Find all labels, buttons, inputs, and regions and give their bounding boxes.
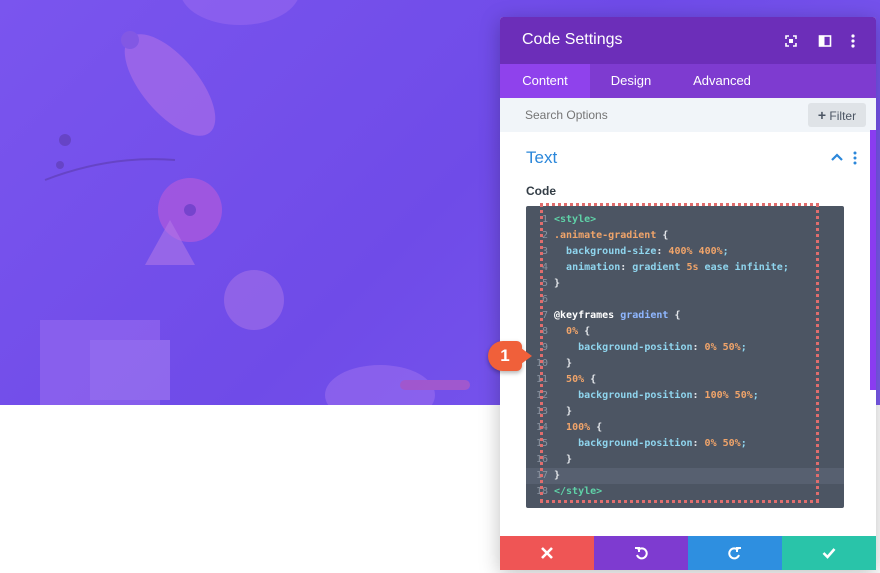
code-text: } [554,278,561,289]
line-number: 12 [535,390,548,401]
tab-design[interactable]: Design [590,64,672,98]
line-number: 11 [535,374,548,385]
line-number: 15 [535,438,548,449]
more-icon[interactable] [845,33,861,49]
soap-illustration [40,320,170,405]
line-number: 1 [541,214,548,225]
code-text: 100% { [566,422,603,433]
code-text: .animate-gradient { [554,230,669,241]
line-number: 5 [541,278,548,289]
check-icon [822,548,836,559]
panel-scrollbar[interactable] [870,130,876,390]
line-number: 3 [541,246,548,257]
save-button[interactable] [782,536,876,570]
code-text: } [554,470,561,481]
expand-icon[interactable] [783,33,799,49]
shell-illustration [145,220,195,265]
code-text: 50% { [566,374,597,385]
code-line[interactable]: 8 0% { [526,324,844,340]
code-text: background-position: 100% 50%; [578,390,759,401]
code-line[interactable]: 10 } [526,356,844,372]
code-line[interactable]: 1 <style> [526,212,844,228]
code-line[interactable]: 2 .animate-gradient { [526,228,844,244]
plate-illustration [182,0,298,25]
code-line[interactable]: 11 50% { [526,372,844,388]
panel-footer [500,536,876,570]
code-line[interactable]: 15 background-position: 0% 50%; [526,436,844,452]
redo-icon [728,547,741,560]
panel-title: Code Settings [522,31,623,48]
search-options-input[interactable] [500,98,800,132]
code-text: } [554,406,573,417]
bowl-illustration [325,365,470,405]
flower-illustration [44,134,176,181]
redo-button[interactable] [688,536,782,570]
search-row: + Filter [500,98,876,132]
code-text: background-position: 0% 50%; [578,342,747,353]
code-text: } [554,454,573,465]
split-view-icon[interactable] [817,33,833,49]
undo-icon [635,547,648,560]
filter-button[interactable]: + Filter [808,103,866,127]
code-settings-panel: Code Settings Content Design Advanced + … [500,17,876,570]
line-number: 4 [541,262,548,273]
code-line[interactable]: 9 background-position: 0% 50%; [526,340,844,356]
line-number: 8 [541,326,548,337]
code-line[interactable]: 14 100% { [526,420,844,436]
code-text: <style> [554,214,597,225]
code-text: </style> [554,486,603,497]
code-field-label: Code [526,184,556,198]
line-number: 13 [535,406,548,417]
tab-advanced[interactable]: Advanced [672,64,772,98]
code-text: background-position: 0% 50%; [578,438,747,449]
section-more-icon[interactable] [852,150,858,166]
code-line[interactable]: 16 } [526,452,844,468]
code-line[interactable]: 3 background-size: 400% 400%; [526,244,844,260]
tab-content[interactable]: Content [500,64,590,98]
discard-button[interactable] [500,536,594,570]
line-number: 6 [541,294,548,305]
line-number: 18 [535,486,548,497]
line-number: 7 [541,310,548,321]
code-line[interactable]: 7 @keyframes gradient { [526,308,844,324]
code-text: } [554,358,573,369]
code-editor[interactable]: 1 <style> 2 .animate-gradient { 3 background… [526,206,844,508]
step-badge: 1 [488,341,532,371]
code-text: background-size: 400% 400%; [566,246,729,257]
line-number: 2 [541,230,548,241]
chevron-up-icon[interactable] [831,152,843,162]
code-line[interactable]: 12 background-position: 100% 50%; [526,388,844,404]
close-icon [541,547,553,559]
code-text: animation: gradient 5s ease infinite; [566,262,789,273]
undo-button[interactable] [594,536,688,570]
code-text: @keyframes gradient { [554,310,681,321]
line-number: 16 [535,454,548,465]
filter-label: Filter [829,109,857,123]
panel-header: Code Settings [500,17,876,64]
code-line[interactable]: 4 animation: gradient 5s ease infinite; [526,260,844,276]
section-title-text[interactable]: Text [526,148,557,168]
code-line[interactable]: 6 [526,292,844,308]
code-line[interactable]: 17} [526,468,844,484]
code-line[interactable]: 18 </style> [526,484,844,500]
settings-tabs: Content Design Advanced [500,64,876,98]
code-line[interactable]: 13 } [526,404,844,420]
code-line[interactable]: 5} [526,276,844,292]
urchin-small-illustration [224,270,284,330]
line-number: 17 [535,470,548,481]
plus-icon: + [817,107,827,123]
line-number: 14 [535,422,548,433]
code-text: 0% { [566,326,591,337]
